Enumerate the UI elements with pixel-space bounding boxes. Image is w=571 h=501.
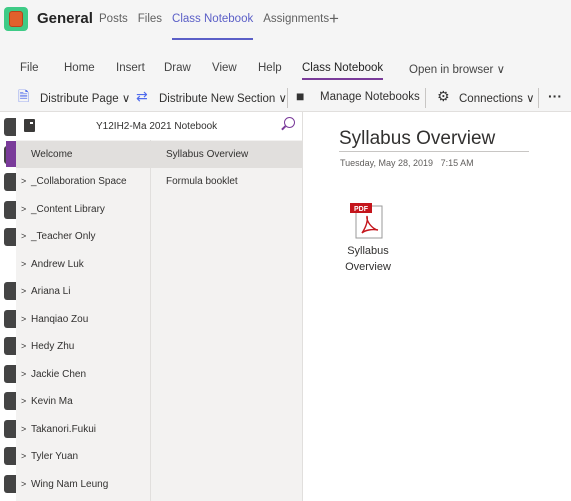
spiral-ring [4, 337, 16, 355]
add-tab-plus-icon[interactable]: + [329, 10, 339, 27]
page-label: Formula booklet [166, 176, 238, 187]
section-label: Kevin Ma [31, 396, 73, 407]
spiral-ring [4, 420, 16, 438]
chevron-right-icon[interactable]: > [21, 369, 26, 379]
section-label: _Collaboration Space [31, 176, 127, 187]
menu-help[interactable]: Help [258, 62, 282, 74]
pdf-badge-text: PDF [354, 206, 369, 213]
section-item[interactable]: > Takanori.Fukui [16, 416, 150, 443]
search-icon[interactable] [284, 117, 295, 128]
distribute-section-icon: ⇄ [136, 88, 148, 104]
chevron-right-icon[interactable]: > [21, 204, 26, 214]
page-time: 7:15 AM [440, 158, 474, 168]
team-avatar-icon[interactable] [4, 7, 28, 31]
section-item[interactable]: > _Content Library [16, 196, 150, 223]
section-item[interactable]: > Wing Nam Leung [16, 471, 150, 498]
section-label: Andrew Luk [31, 259, 84, 270]
tab-posts[interactable]: Posts [99, 13, 128, 41]
distribute-page-icon: 🗎 [18, 88, 30, 104]
section-item[interactable]: > Jackie Chen [16, 361, 150, 388]
pane-divider [302, 112, 303, 501]
tab-files[interactable]: Files [138, 13, 162, 41]
section-item[interactable]: > _Collaboration Space [16, 168, 150, 195]
spiral-ring [4, 201, 16, 219]
manage-notebooks-button[interactable]: Manage Notebooks [320, 91, 420, 103]
section-item[interactable]: > Andrew Luk [16, 251, 150, 278]
section-item[interactable]: > Ariana Li [16, 278, 150, 305]
section-item[interactable]: > Kevin Ma [16, 388, 150, 415]
section-label: _Teacher Only [31, 231, 96, 242]
menu-draw[interactable]: Draw [164, 62, 191, 74]
tab-class-notebook[interactable]: Class Notebook [172, 13, 254, 41]
section-label: Wing Nam Leung [31, 479, 109, 490]
notebook-icon[interactable] [24, 119, 35, 132]
chevron-right-icon[interactable]: > [21, 176, 26, 186]
title-underline [339, 151, 529, 152]
more-options-button[interactable]: ··· [548, 88, 562, 104]
menu-home[interactable]: Home [64, 62, 95, 74]
chevron-right-icon[interactable]: > [21, 314, 26, 324]
notebook-name[interactable]: Y12IH2-Ma 2021 Notebook [96, 121, 217, 132]
attachment-name[interactable]: Syllabus Overview [340, 243, 396, 275]
attachment-name-line: Syllabus [347, 245, 389, 257]
page-label: Syllabus Overview [166, 149, 249, 160]
section-item[interactable]: > _Teacher Only [16, 223, 150, 250]
manage-notebooks-icon: ■ [296, 88, 305, 104]
toolbar-separator [425, 88, 426, 108]
chevron-right-icon[interactable]: > [21, 479, 26, 489]
page-item-formula-booklet[interactable]: Formula booklet [150, 168, 302, 195]
channel-title: General [37, 10, 93, 27]
chevron-right-icon[interactable]: > [21, 396, 26, 406]
toolbar-separator [538, 88, 539, 108]
team-avatar-glyph [9, 11, 23, 27]
chevron-right-icon[interactable]: > [21, 451, 26, 461]
spiral-ring [4, 173, 16, 191]
page-date: Tuesday, May 28, 2019 [340, 158, 434, 168]
chevron-right-icon[interactable]: > [21, 231, 26, 241]
connections-gear-icon: ⚙ [437, 88, 450, 104]
toolbar-separator [287, 88, 288, 108]
spiral-ring [4, 475, 16, 493]
pdf-icon[interactable]: PDF [350, 203, 384, 239]
menu-open-in-browser[interactable]: Open in browser ∨ [409, 62, 505, 76]
section-label: Ariana Li [31, 286, 71, 297]
section-item[interactable]: > Hedy Zhu [16, 333, 150, 360]
page-title[interactable]: Syllabus Overview [339, 128, 495, 150]
menu-file[interactable]: File [20, 62, 39, 74]
section-label: Tyler Yuan [31, 451, 79, 462]
connections-button[interactable]: Connections ∨ [459, 91, 535, 105]
distribute-new-section-button[interactable]: Distribute New Section ∨ [159, 91, 287, 105]
spiral-ring [4, 365, 16, 383]
notebook-spiral [0, 112, 16, 501]
section-label: Jackie Chen [31, 369, 87, 380]
attachment-name-line: Overview [345, 261, 391, 273]
chevron-right-icon[interactable]: > [21, 259, 26, 269]
spiral-ring [4, 392, 16, 410]
section-item[interactable]: > Tyler Yuan [16, 443, 150, 470]
page-item-syllabus-overview[interactable]: Syllabus Overview [150, 141, 302, 168]
menu-insert[interactable]: Insert [116, 62, 145, 74]
tab-assignments[interactable]: Assignments [263, 13, 329, 41]
section-item-welcome[interactable]: Welcome [16, 141, 150, 168]
spiral-ring [4, 228, 16, 246]
spiral-ring [4, 282, 16, 300]
spiral-ring [4, 310, 16, 328]
spiral-ring [4, 118, 16, 136]
menu-view[interactable]: View [212, 62, 237, 74]
selected-section-marker [6, 141, 16, 167]
distribute-page-button[interactable]: Distribute Page ∨ [40, 91, 130, 105]
chevron-right-icon[interactable]: > [21, 286, 26, 296]
spiral-ring [4, 447, 16, 465]
section-label: Hanqiao Zou [31, 314, 89, 325]
channel-tabs: Posts Files Class Notebook Assignments [99, 13, 339, 41]
section-item[interactable]: > Hanqiao Zou [16, 306, 150, 333]
menu-class-notebook[interactable]: Class Notebook [302, 62, 384, 80]
section-label: Welcome [31, 149, 73, 160]
section-label: _Content Library [31, 204, 105, 215]
chevron-right-icon[interactable]: > [21, 341, 26, 351]
page-datetime: Tuesday, May 28, 2019 7:15 AM [340, 158, 474, 168]
section-label: Takanori.Fukui [31, 424, 97, 435]
section-label: Hedy Zhu [31, 341, 75, 352]
chevron-right-icon[interactable]: > [21, 424, 26, 434]
